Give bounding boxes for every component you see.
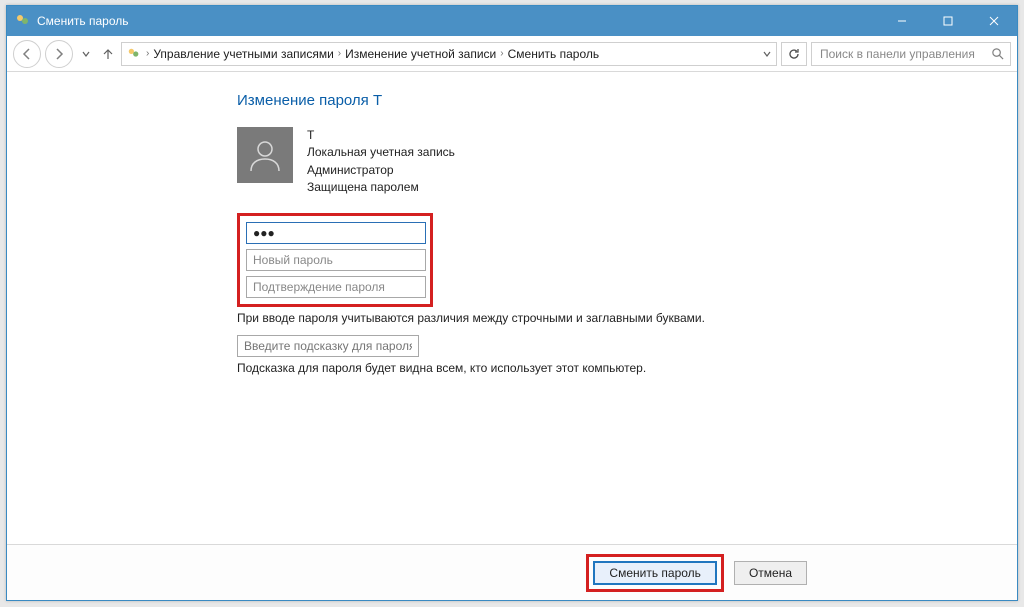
cancel-button[interactable]: Отмена	[734, 561, 807, 585]
chevron-right-icon: ›	[338, 48, 341, 59]
breadcrumb-item[interactable]: Сменить пароль	[508, 47, 600, 61]
current-password-input[interactable]	[246, 222, 426, 244]
address-bar[interactable]: › Управление учетными записями › Изменен…	[121, 42, 777, 66]
new-password-input[interactable]	[246, 249, 426, 271]
chevron-right-icon: ›	[500, 48, 503, 59]
case-sensitivity-note: При вводе пароля учитываются различия ме…	[237, 311, 977, 325]
password-fields-highlight	[237, 213, 433, 307]
window-frame: Сменить пароль	[6, 5, 1018, 601]
recent-dropdown-icon[interactable]	[77, 40, 95, 68]
hint-visibility-note: Подсказка для пароля будет видна всем, к…	[237, 361, 977, 375]
search-input[interactable]	[818, 46, 985, 62]
content-area: Изменение пароля T T Локальная учетная з…	[7, 72, 1017, 544]
user-protection: Защищена паролем	[307, 179, 455, 196]
search-icon	[991, 47, 1004, 60]
window-title: Сменить пароль	[37, 14, 129, 28]
confirm-password-input[interactable]	[246, 276, 426, 298]
navbar: › Управление учетными записями › Изменен…	[7, 36, 1017, 72]
user-info: T Локальная учетная запись Администратор…	[307, 127, 455, 197]
address-icon	[126, 46, 142, 62]
user-name: T	[307, 127, 455, 144]
chevron-down-icon[interactable]	[762, 49, 772, 59]
page-title: Изменение пароля T	[237, 92, 977, 109]
maximize-button[interactable]	[925, 6, 971, 36]
refresh-button[interactable]	[781, 42, 807, 66]
breadcrumb-item[interactable]: Изменение учетной записи	[345, 47, 496, 61]
app-icon	[15, 13, 31, 29]
change-password-button[interactable]: Сменить пароль	[593, 561, 717, 585]
footer: Сменить пароль Отмена	[7, 544, 1017, 600]
avatar	[237, 127, 293, 183]
back-button[interactable]	[13, 40, 41, 68]
user-account-type: Локальная учетная запись	[307, 144, 455, 161]
user-block: T Локальная учетная запись Администратор…	[237, 127, 977, 197]
titlebar: Сменить пароль	[7, 6, 1017, 36]
search-box[interactable]	[811, 42, 1011, 66]
up-button[interactable]	[99, 40, 117, 68]
forward-button[interactable]	[45, 40, 73, 68]
breadcrumb-item[interactable]: Управление учетными записями	[153, 47, 333, 61]
minimize-button[interactable]	[879, 6, 925, 36]
password-hint-input[interactable]	[237, 335, 419, 357]
chevron-right-icon: ›	[146, 48, 149, 59]
submit-button-highlight: Сменить пароль	[586, 554, 724, 592]
user-role: Администратор	[307, 162, 455, 179]
close-button[interactable]	[971, 6, 1017, 36]
